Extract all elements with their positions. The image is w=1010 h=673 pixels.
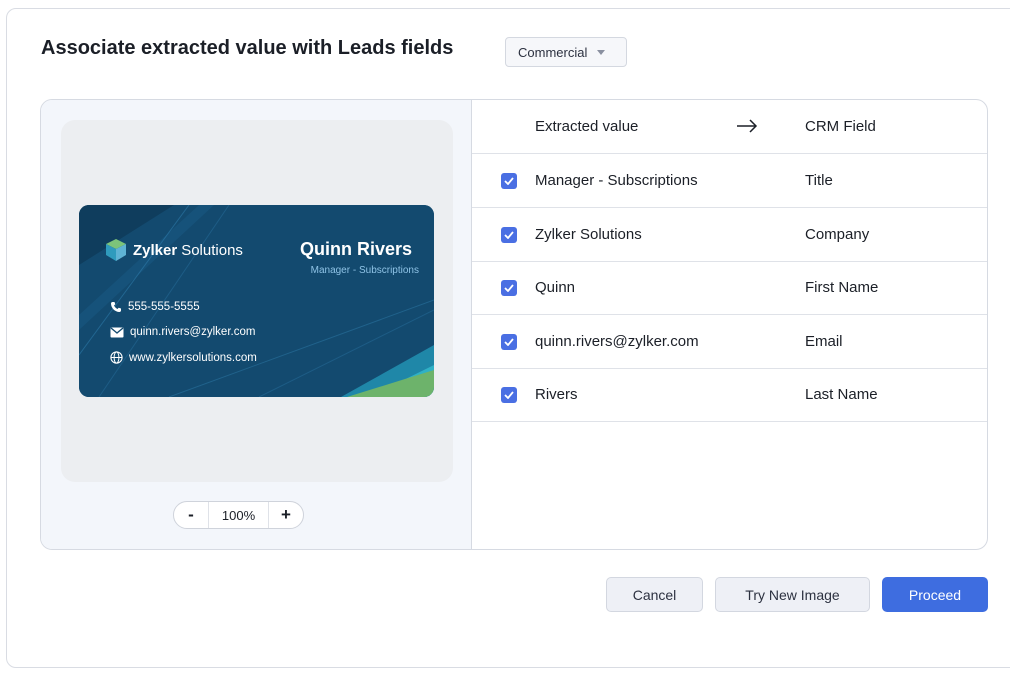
zoom-out-button[interactable]: -	[174, 502, 208, 528]
row-extracted-value: Manager - Subscriptions	[535, 172, 698, 189]
zoom-control: - 100% +	[173, 501, 304, 529]
card-brand-rest: Solutions	[181, 241, 243, 259]
zylker-logo-icon	[106, 239, 126, 261]
zoom-level: 100%	[208, 502, 269, 528]
row-checkbox[interactable]	[501, 279, 517, 296]
row-crm-field[interactable]: Last Name	[805, 386, 878, 403]
card-email-text: quinn.rivers@zylker.com	[130, 326, 256, 338]
row-crm-field[interactable]: Title	[805, 172, 833, 189]
row-crm-field[interactable]: Email	[805, 333, 843, 350]
cancel-button[interactable]: Cancel	[606, 577, 703, 612]
row-checkbox[interactable]	[501, 226, 517, 243]
card-person-role: Manager - Subscriptions	[310, 265, 419, 276]
globe-icon	[110, 351, 123, 364]
table-row: Zylker Solutions Company	[472, 208, 987, 262]
card-phone-text: 555-555-5555	[128, 301, 200, 313]
card-person-name: Quinn Rivers	[299, 239, 412, 259]
card-website-text: www.zylkersolutions.com	[129, 351, 257, 364]
mail-icon	[110, 327, 124, 337]
row-extracted-value: Rivers	[535, 386, 578, 403]
phone-icon	[111, 302, 121, 312]
card-brand: Zylker Solutions	[105, 238, 243, 262]
table-row: quinn.rivers@zylker.com Email	[472, 315, 987, 369]
header-extracted-value: Extracted value	[535, 118, 639, 135]
table-row: Quinn First Name	[472, 261, 987, 315]
image-preview-pane: Zylker Solutions Quinn Rivers Manager - …	[41, 100, 472, 549]
field-mapping-table: Extracted value CRM Field Manager - Subs…	[472, 100, 987, 549]
row-checkbox[interactable]	[501, 333, 517, 350]
row-extracted-value: quinn.rivers@zylker.com	[535, 333, 699, 350]
card-email: quinn.rivers@zylker.com	[110, 326, 255, 338]
layout-select[interactable]: Commercial	[505, 37, 627, 67]
row-checkbox[interactable]	[501, 172, 517, 189]
header-crm-field: CRM Field	[805, 118, 876, 135]
card-website: www.zylkersolutions.com	[110, 351, 257, 364]
card-brand-bold: Zylker	[133, 241, 178, 259]
card-phone: 555-555-5555	[110, 301, 200, 313]
image-preview-area: Zylker Solutions Quinn Rivers Manager - …	[61, 120, 453, 482]
table-row: Rivers Last Name	[472, 368, 987, 422]
table-header: Extracted value CRM Field	[472, 100, 987, 154]
check-icon	[504, 390, 514, 399]
row-extracted-value: Quinn	[535, 279, 576, 296]
check-icon	[504, 230, 514, 239]
proceed-button[interactable]: Proceed	[882, 577, 988, 612]
layout-select-value: Commercial	[518, 44, 588, 60]
table-row: Manager - Subscriptions Title	[472, 154, 987, 208]
row-crm-field[interactable]: Company	[805, 226, 869, 243]
business-card-image: Zylker Solutions Quinn Rivers Manager - …	[79, 205, 434, 397]
check-icon	[504, 337, 514, 346]
try-new-image-button[interactable]: Try New Image	[715, 577, 870, 612]
mapping-panel: Zylker Solutions Quinn Rivers Manager - …	[40, 99, 988, 550]
row-extracted-value: Zylker Solutions	[535, 226, 642, 243]
row-crm-field[interactable]: First Name	[805, 279, 878, 296]
check-icon	[504, 283, 514, 292]
arrow-right-icon	[737, 119, 758, 133]
row-checkbox[interactable]	[501, 386, 517, 403]
check-icon	[504, 176, 514, 185]
zoom-in-button[interactable]: +	[269, 502, 303, 528]
dialog-title: Associate extracted value with Leads fie…	[41, 37, 454, 59]
caret-down-icon	[597, 49, 606, 55]
